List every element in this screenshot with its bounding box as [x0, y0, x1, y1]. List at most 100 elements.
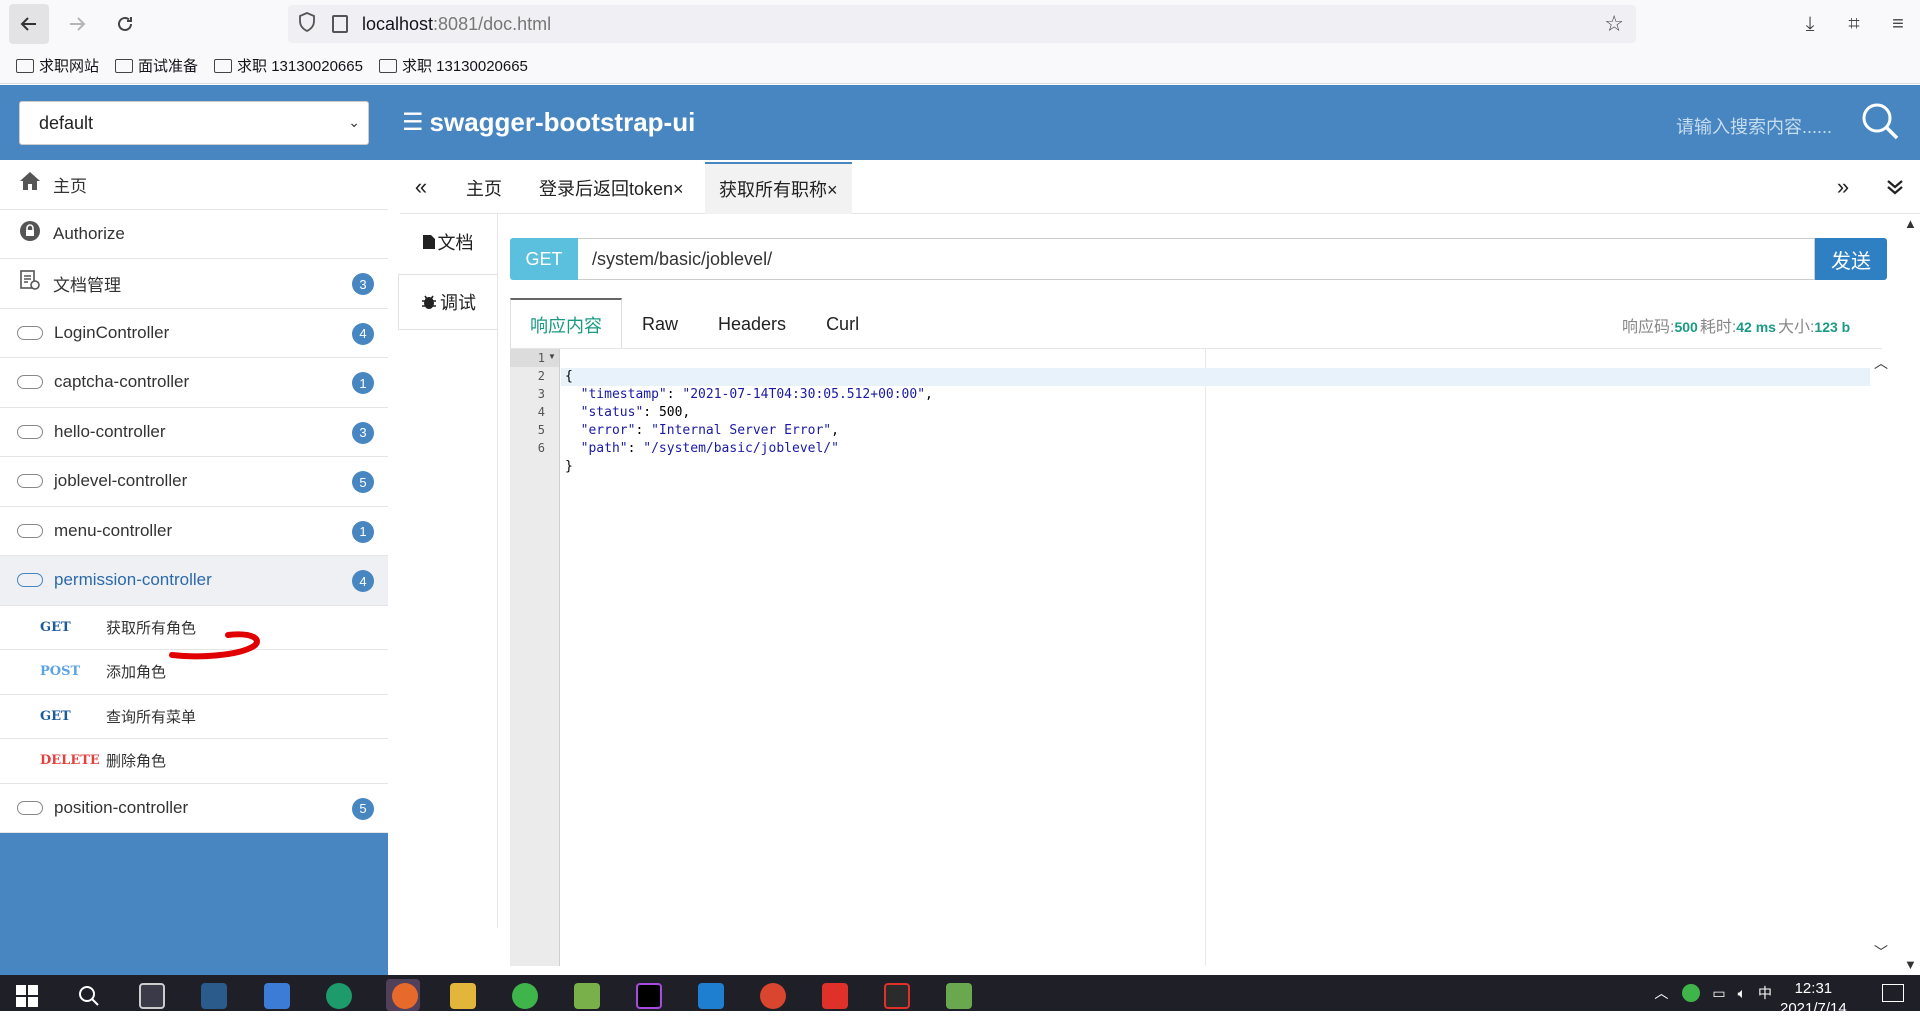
tabs-scroll-right-icon[interactable]: » — [1822, 160, 1864, 214]
lock-icon — [16, 220, 44, 248]
menu-icon[interactable]: ≡ — [1876, 13, 1920, 36]
group-select[interactable]: default ⌄ — [19, 101, 369, 145]
chevron-down-icon[interactable]: ﹀ — [1874, 942, 1888, 962]
bookmark-folder[interactable]: 求职 13130020665 — [378, 55, 528, 76]
editor-scrollbar[interactable]: ︿ ﹀ — [1870, 349, 1892, 966]
bookmark-folder[interactable]: 面试准备 — [115, 55, 198, 76]
file-explorer-icon[interactable] — [450, 983, 476, 1009]
tab-get-joblevels[interactable]: 获取所有职称× — [705, 162, 852, 214]
doc-tab[interactable]: 文档 — [398, 214, 497, 270]
fold-toggle-icon[interactable]: ▼ — [548, 352, 556, 361]
url-path: :8081/doc.html — [433, 13, 552, 34]
sidebar-item-menu-controller[interactable]: menu-controller 1 — [0, 507, 388, 556]
search-icon[interactable] — [76, 983, 102, 1009]
sidebar-item-logincontroller[interactable]: LoginController 4 — [0, 309, 388, 358]
tab-curl[interactable]: Curl — [806, 298, 879, 350]
collapse-menu-icon[interactable]: ☰ — [402, 108, 424, 137]
document-settings-icon — [16, 269, 44, 297]
edge-icon[interactable] — [326, 983, 352, 1009]
sidebar-item-home[interactable]: 主页 — [0, 160, 388, 210]
chevron-up-icon[interactable]: ︿ — [1654, 983, 1668, 1003]
bookmark-folder[interactable]: 求职 13130020665 — [214, 55, 363, 76]
api-item[interactable]: GET 查询所有菜单 — [0, 694, 388, 739]
browser-toolbar: localhost:8081/doc.html ☆ ⤓ ⌗ ≡ — [0, 0, 1920, 48]
sidebar-item-captcha-controller[interactable]: captcha-controller 1 — [0, 358, 388, 408]
jetbrains-icon[interactable] — [884, 983, 910, 1009]
tab-login-token[interactable]: 登录后返回token× — [525, 162, 698, 214]
shield-icon[interactable] — [298, 11, 320, 37]
sidebar-item-hello-controller[interactable]: hello-controller 3 — [0, 408, 388, 457]
api-item-label: 添加角色 — [106, 664, 167, 682]
battery-icon[interactable]: ▭ — [1712, 985, 1725, 1002]
snail-app-icon[interactable] — [760, 983, 786, 1009]
download-icon[interactable]: ⤓ — [1788, 13, 1832, 36]
sidebar-item-label: joblevel-controller — [54, 471, 188, 491]
page-scrollbar[interactable]: ▲ ▼ — [1900, 214, 1920, 974]
sidebar-item-joblevel-controller[interactable]: joblevel-controller 5 — [0, 457, 388, 507]
firefox-icon[interactable] — [392, 983, 418, 1009]
scroll-up-icon[interactable]: ▲ — [1904, 216, 1917, 231]
json-value: "/system/basic/joblevel/" — [643, 441, 839, 456]
brand: ☰ swagger-bootstrap-ui — [402, 107, 695, 138]
tabs-bar: « 主页 登录后返回token× 获取所有职称× » — [400, 160, 1920, 214]
tab-home[interactable]: 主页 — [452, 162, 516, 214]
time-label: 耗时: — [1699, 319, 1737, 336]
chevron-up-icon[interactable]: ︿ — [1874, 353, 1888, 373]
json-value: 500 — [658, 405, 683, 420]
api-item[interactable]: DELETE 删除角色 — [0, 739, 388, 784]
scroll-down-icon[interactable]: ▼ — [1904, 957, 1917, 972]
tabs-scroll-left-icon[interactable]: « — [400, 160, 442, 214]
wechat-tray-icon[interactable] — [1682, 984, 1701, 1002]
send-button[interactable]: 发送 — [1815, 238, 1887, 280]
redis-icon[interactable] — [822, 983, 848, 1009]
url-text[interactable]: localhost:8081/doc.html — [362, 14, 551, 35]
clock[interactable]: 12:31 2021/7/14 — [1780, 979, 1847, 1019]
notepad-icon[interactable] — [574, 983, 600, 1009]
forward-button[interactable] — [57, 4, 97, 44]
search-icon[interactable] — [1860, 101, 1900, 141]
code-line: { — [561, 368, 1871, 386]
intellij-icon[interactable] — [636, 983, 662, 1009]
debug-tab[interactable]: 调试 — [398, 274, 497, 330]
count-badge: 3 — [352, 421, 374, 444]
code-line: "status": 500, — [580, 405, 691, 420]
bookmark-star-icon[interactable]: ☆ — [1604, 11, 1624, 37]
sidebar-item-permission-controller[interactable]: permission-controller 4 — [0, 556, 388, 606]
vscode-icon[interactable] — [698, 983, 724, 1009]
sidebar-item-position-controller[interactable]: position-controller 5 — [0, 784, 388, 833]
virtualbox-icon[interactable] — [139, 983, 165, 1009]
tab-response-content[interactable]: 响应内容 — [510, 298, 622, 350]
sidebar-item-label: permission-controller — [54, 570, 212, 590]
address-bar[interactable]: localhost:8081/doc.html ☆ — [288, 5, 1636, 43]
search-input[interactable]: 请输入搜索内容...... — [1676, 113, 1832, 139]
speaker-icon[interactable]: 🔈︎ — [1738, 985, 1746, 1002]
response-editor[interactable]: 1 2 3 4 5 6 ▼ { "timestamp": "2021-07-14… — [510, 348, 1892, 966]
bookmark-folder[interactable]: 求职网站 — [16, 55, 99, 76]
archive-icon[interactable] — [946, 983, 972, 1009]
cloud-api-icon — [17, 325, 43, 340]
tabs-dropdown-icon[interactable] — [1874, 160, 1916, 214]
mysql-workbench-icon[interactable] — [201, 983, 227, 1009]
reload-button[interactable] — [105, 4, 145, 44]
bookmark-label: 求职 13130020665 — [237, 58, 363, 75]
ime-indicator[interactable]: 中 — [1758, 983, 1772, 1003]
tab-raw[interactable]: Raw — [622, 298, 698, 350]
sidebar-item-authorize[interactable]: Authorize — [0, 210, 388, 259]
tab-headers[interactable]: Headers — [698, 298, 806, 350]
request-url-input[interactable]: /system/basic/joblevel/ — [578, 238, 1815, 280]
debug-tab-label: 调试 — [440, 293, 476, 313]
code-line: "timestamp": "2021-07-14T04:30:05.512+00… — [580, 387, 933, 402]
app-title: swagger-bootstrap-ui — [429, 107, 696, 137]
method-label: DELETE — [40, 753, 100, 769]
taskbar: ︿ ▭ 🔈︎ 中 12:31 2021/7/14 — [0, 975, 1920, 1017]
bookmark-label: 求职网站 — [39, 58, 100, 75]
tab-label: 主页 — [466, 179, 502, 199]
feishu-icon[interactable] — [264, 983, 290, 1009]
windows-start-icon[interactable] — [16, 985, 38, 1007]
back-button[interactable] — [9, 4, 49, 44]
notification-icon[interactable] — [1882, 984, 1904, 1002]
crop-icon[interactable]: ⌗ — [1832, 13, 1876, 36]
wechat-icon[interactable] — [512, 983, 538, 1009]
count-badge: 5 — [352, 471, 374, 493]
sidebar-item-doc-manage[interactable]: 文档管理 3 — [0, 259, 388, 309]
